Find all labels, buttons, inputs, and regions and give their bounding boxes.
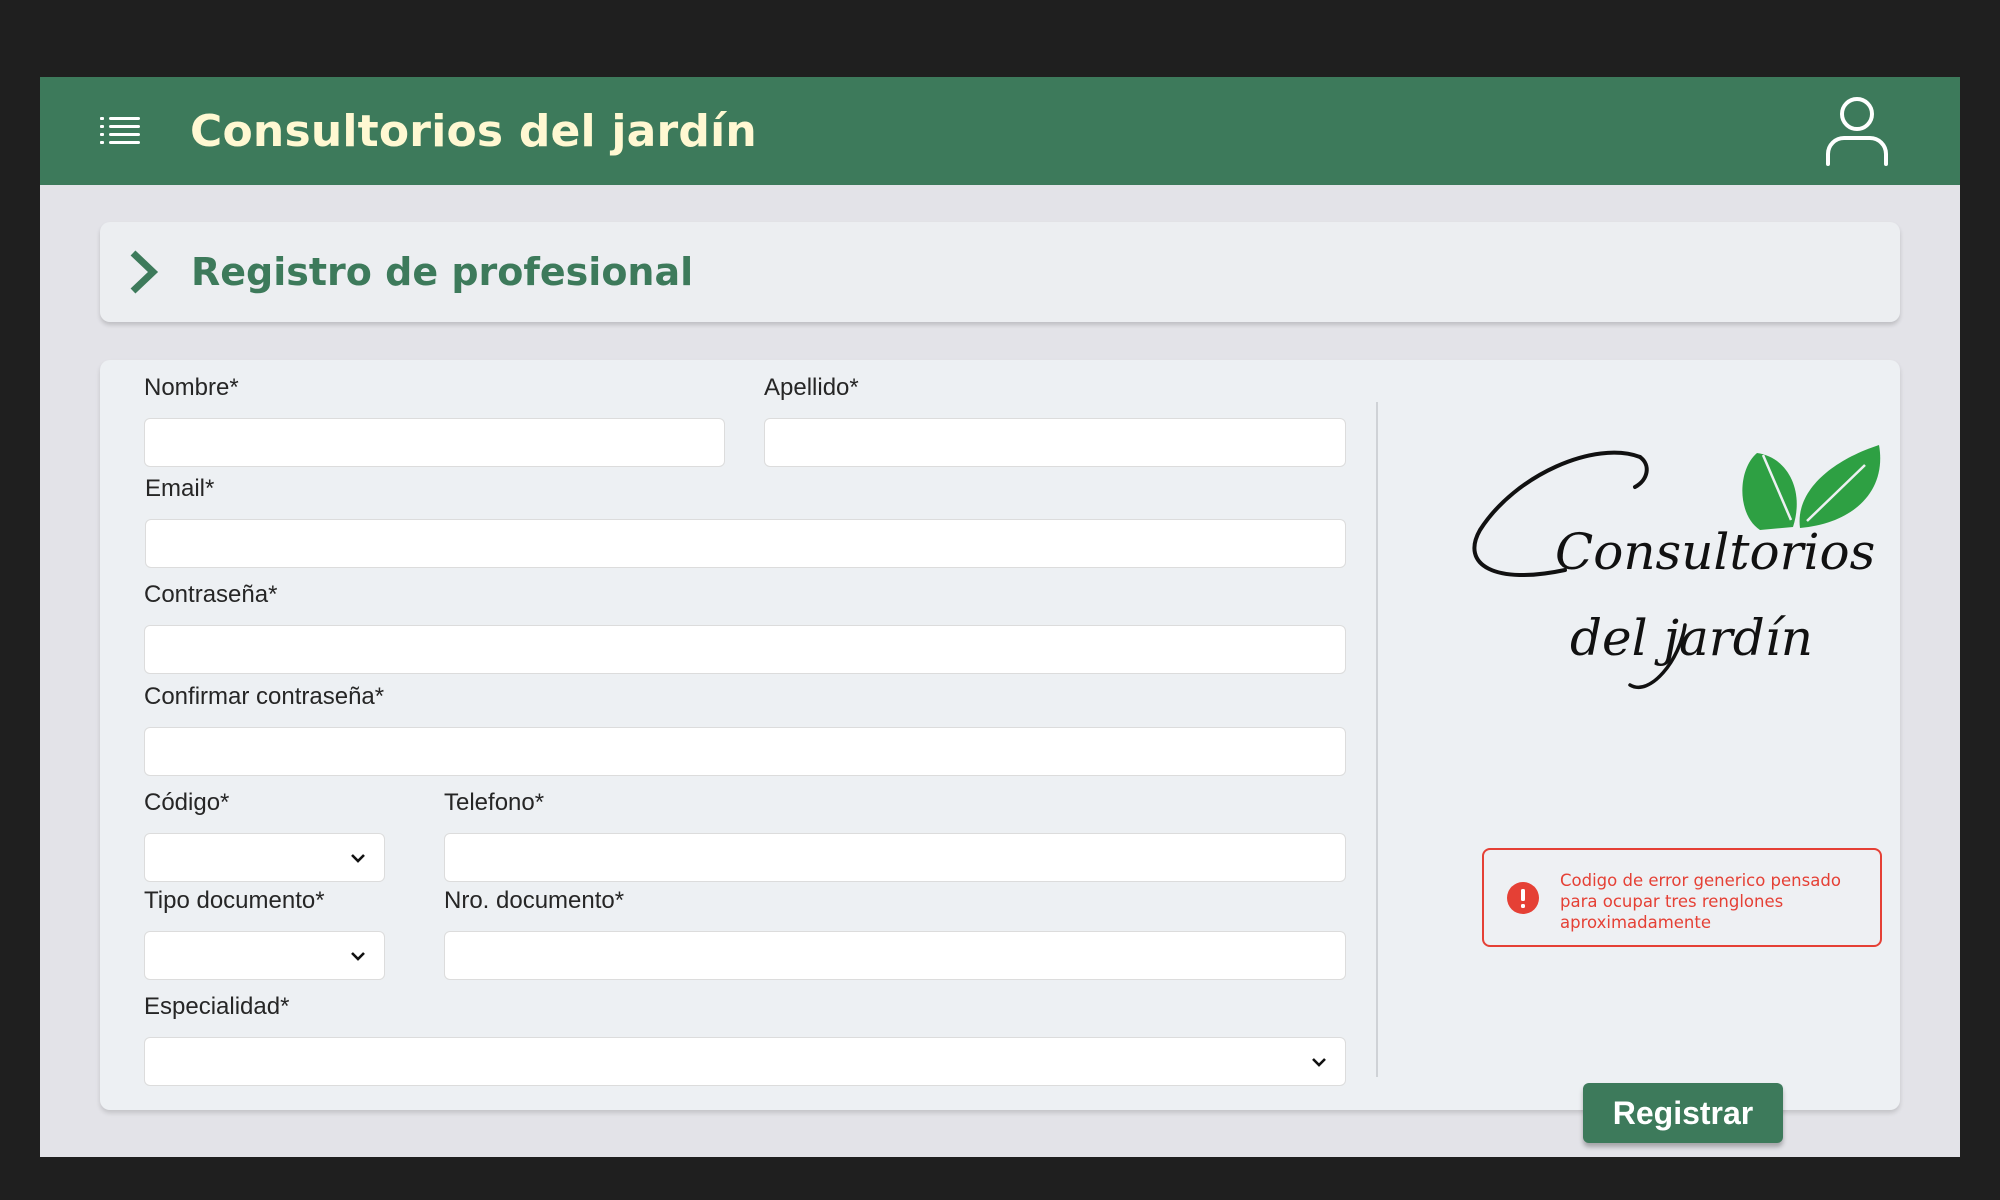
chevron-down-icon	[351, 952, 365, 961]
user-button[interactable]	[1820, 94, 1894, 168]
user-icon	[1826, 97, 1888, 166]
telefono-label: Telefono*	[444, 789, 545, 816]
top-bar: Consultorios del jardín	[40, 77, 1960, 185]
tipo-documento-select[interactable]	[144, 931, 385, 980]
tipo-documento-label: Tipo documento*	[144, 887, 325, 914]
app-title: Consultorios del jardín	[190, 106, 757, 157]
alert-circle-icon	[1507, 882, 1539, 914]
codigo-select[interactable]	[144, 833, 385, 882]
register-button[interactable]: Registrar	[1583, 1083, 1783, 1143]
logo-line-1: Consultorios	[1555, 523, 1875, 581]
leaves-icon	[1742, 445, 1881, 530]
chevron-right-icon[interactable]	[126, 249, 160, 295]
especialidad-label: Especialidad*	[144, 993, 290, 1020]
nombre-input[interactable]	[144, 418, 725, 467]
telefono-input[interactable]	[444, 833, 1346, 882]
logo: Consultorios del jardín	[1472, 445, 1881, 689]
apellido-label: Apellido*	[764, 374, 859, 401]
contrasena-label: Contraseña*	[144, 581, 278, 608]
section-title: Registro de profesional	[191, 250, 694, 294]
chevron-down-icon	[1312, 1058, 1326, 1067]
apellido-input[interactable]	[764, 418, 1346, 467]
password-input[interactable]	[144, 625, 1346, 674]
error-message-box: Codigo de error generico pensado para oc…	[1482, 848, 1882, 947]
nro-documento-input[interactable]	[444, 931, 1346, 980]
confirmar-label: Confirmar contraseña*	[144, 683, 385, 710]
email-label: Email*	[145, 475, 215, 502]
error-message-text: Codigo de error generico pensado para oc…	[1560, 871, 1841, 932]
logo-line-2: del jardín	[1570, 609, 1813, 667]
registration-form-card: Nombre* Apellido* Email* Contraseña* Con…	[100, 360, 1900, 1143]
email-input[interactable]	[145, 519, 1346, 568]
confirm-password-input[interactable]	[144, 727, 1346, 776]
nombre-label: Nombre*	[144, 374, 239, 401]
vertical-divider	[1376, 402, 1378, 1077]
list-icon	[100, 117, 140, 144]
app-window: Consultorios del jardín Registro de prof…	[40, 77, 1960, 1157]
especialidad-select[interactable]	[144, 1037, 1346, 1086]
chevron-down-icon	[351, 854, 365, 863]
codigo-label: Código*	[144, 789, 230, 816]
menu-button[interactable]	[98, 113, 144, 149]
nro-documento-label: Nro. documento*	[444, 887, 625, 914]
section-header: Registro de profesional	[100, 222, 1900, 322]
